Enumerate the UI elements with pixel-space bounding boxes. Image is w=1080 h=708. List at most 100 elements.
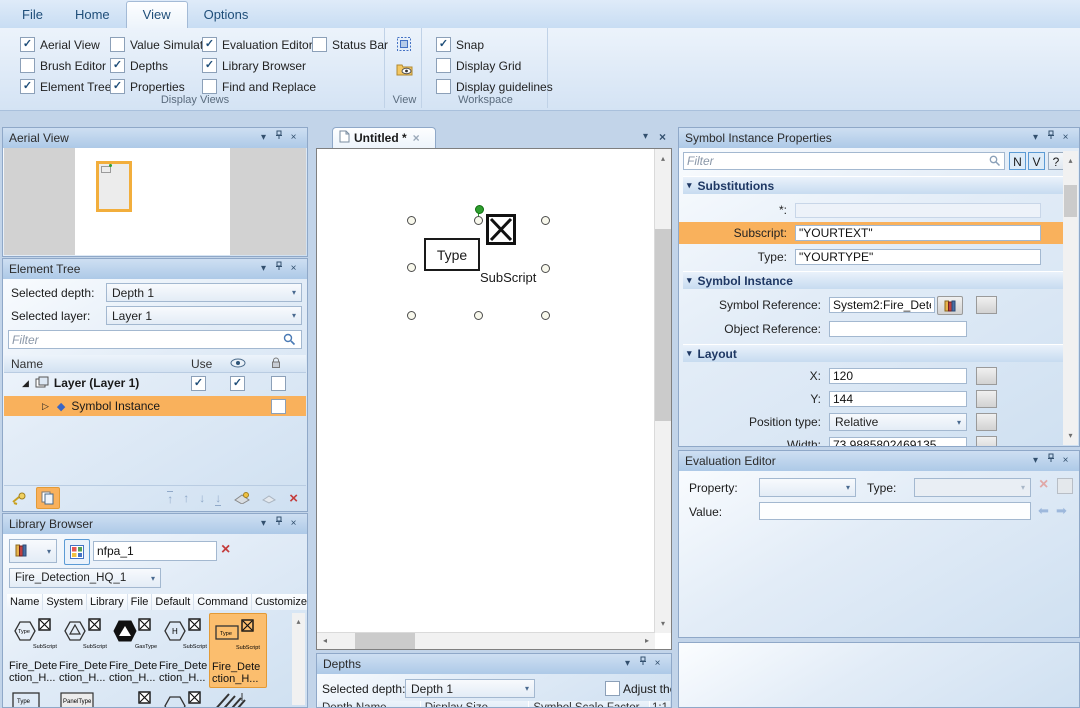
layer-merge-icon[interactable] <box>261 492 277 505</box>
selection-handle[interactable] <box>407 216 416 225</box>
library-item[interactable]: H SubScript Fire_Detection_H... <box>159 615 209 684</box>
pin-icon[interactable] <box>635 655 650 673</box>
section-substitutions[interactable]: ▾ Substitutions <box>683 176 1069 194</box>
menu-tab-view[interactable]: View <box>126 1 188 28</box>
evaluate-button[interactable] <box>976 436 997 447</box>
filter-names-button[interactable]: N <box>1009 152 1026 170</box>
ribbon-checkbox-depths[interactable]: ✓Depths <box>110 58 168 73</box>
library-item[interactable] <box>109 690 159 708</box>
subscript-value-field[interactable] <box>795 225 1041 241</box>
object-reference-field[interactable] <box>829 321 967 337</box>
library-item[interactable]: GasType Fire_Detection_H... <box>109 615 159 684</box>
section-symbol-instance[interactable]: ▾ Symbol Instance <box>683 271 1069 289</box>
selection-handle[interactable] <box>407 311 416 320</box>
ribbon-checkbox-display-guidelines[interactable]: Display guidelines <box>436 79 553 94</box>
canvas-hscrollbar[interactable]: ◂ ▸ <box>317 632 655 649</box>
lock-checkbox[interactable] <box>271 376 286 391</box>
search-icon[interactable] <box>989 155 1001 170</box>
ribbon-checkbox-find-and-replace[interactable]: Find and Replace <box>202 79 316 94</box>
scroll-right-icon[interactable]: ▸ <box>642 633 652 649</box>
position-type-dropdown[interactable]: Relative▾ <box>829 413 967 431</box>
scroll-up-icon[interactable]: ▴ <box>1063 153 1078 168</box>
checkbox[interactable] <box>110 37 125 52</box>
symbol-reference-field[interactable] <box>829 297 935 313</box>
library-tab-system[interactable]: System <box>43 594 87 610</box>
library-tab-library[interactable]: Library <box>87 594 128 610</box>
name-column-header[interactable]: Name <box>4 357 191 371</box>
move-up-icon[interactable]: ↑ <box>183 491 189 505</box>
collapse-triangle-icon[interactable]: ▾ <box>687 180 692 191</box>
pin-icon[interactable] <box>271 260 286 278</box>
checkbox[interactable] <box>436 58 451 73</box>
collapse-triangle-icon[interactable]: ▾ <box>687 348 692 359</box>
y-value-field[interactable] <box>829 391 967 407</box>
close-tab-icon[interactable]: × <box>413 131 420 145</box>
eye-icon[interactable] <box>230 357 270 371</box>
document-tab[interactable]: Untitled * × <box>332 127 436 148</box>
eval-checkbox[interactable] <box>1057 478 1073 494</box>
rotate-handle[interactable] <box>475 205 484 214</box>
key-icon[interactable] <box>10 491 28 506</box>
arrow-left-icon[interactable]: ⬅ <box>1038 503 1049 519</box>
checkbox[interactable]: ✓ <box>436 37 451 52</box>
scroll-thumb[interactable] <box>1064 185 1077 217</box>
library-tab-customized[interactable]: Customized <box>252 594 308 610</box>
checkbox[interactable]: ✓ <box>110 79 125 94</box>
evaluate-button[interactable] <box>976 390 997 408</box>
close-icon[interactable]: × <box>286 515 301 533</box>
close-icon[interactable]: × <box>286 129 301 147</box>
library-item[interactable]: PanelType <box>59 690 109 708</box>
eval-property-dropdown[interactable]: ▾ <box>759 478 856 497</box>
selected-layer-dropdown[interactable]: Layer 1▾ <box>106 306 302 325</box>
library-item-selected[interactable]: Type SubScript Fire_Detection_H... <box>209 613 267 688</box>
scroll-left-icon[interactable]: ◂ <box>320 633 330 649</box>
ribbon-checkbox-status-bar[interactable]: Status Bar <box>312 37 388 52</box>
zoom-grid-icon[interactable] <box>395 35 414 54</box>
chevron-down-icon[interactable]: ▾ <box>256 260 271 278</box>
lock-icon[interactable] <box>270 356 306 372</box>
ribbon-checkbox-aerial-view[interactable]: ✓Aerial View <box>20 37 100 52</box>
paste-icon[interactable] <box>36 487 60 509</box>
menu-tab-options[interactable]: Options <box>188 2 265 28</box>
library-item[interactable]: Type SubScript Fire_Detection_H... <box>9 615 59 684</box>
tree-row-symbol-instance[interactable]: ▷ ◆ Symbol Instance <box>4 396 306 416</box>
column-header[interactable]: Display Size <box>421 701 530 708</box>
move-top-icon[interactable]: ↑ <box>167 491 173 506</box>
checkbox[interactable]: ✓ <box>202 37 217 52</box>
aerial-viewport-rect[interactable] <box>96 161 132 212</box>
scroll-down-icon[interactable]: ▾ <box>655 616 671 631</box>
canvas-vscrollbar[interactable]: ▴ ▾ <box>654 149 671 633</box>
tree-row-layer[interactable]: ◢ Layer (Layer 1) ✓ ✓ <box>4 373 306 393</box>
properties-filter-input[interactable] <box>683 152 1005 170</box>
move-bottom-icon[interactable]: ↓ <box>215 491 221 506</box>
evaluate-button[interactable] <box>976 413 997 431</box>
ribbon-checkbox-brush-editor[interactable]: Brush Editor <box>20 58 106 73</box>
search-icon[interactable] <box>283 333 296 349</box>
checkbox[interactable] <box>312 37 327 52</box>
library-item[interactable] <box>159 690 209 708</box>
view-mode-grid-icon[interactable] <box>64 539 90 565</box>
selection-handle[interactable] <box>407 263 416 272</box>
symbol-x-box[interactable] <box>486 214 516 245</box>
selection-handle[interactable] <box>474 216 483 225</box>
library-select-dropdown[interactable]: Fire_Detection_HQ_1▾ <box>9 568 161 588</box>
close-icon[interactable]: × <box>1058 452 1073 470</box>
column-header[interactable]: 1:1 <box>650 701 670 708</box>
pin-icon[interactable] <box>1043 452 1058 470</box>
chevron-down-icon[interactable]: ▾ <box>1028 452 1043 470</box>
help-button[interactable]: ? <box>1048 152 1064 170</box>
depths-depth-dropdown[interactable]: Depth 1▾ <box>405 679 535 698</box>
close-icon[interactable]: × <box>650 655 665 673</box>
ribbon-checkbox-library-browser[interactable]: ✓Library Browser <box>202 58 306 73</box>
scroll-down-icon[interactable]: ▾ <box>1063 428 1078 443</box>
filter-values-button[interactable]: V <box>1028 152 1045 170</box>
use-column-header[interactable]: Use <box>191 357 230 371</box>
use-checkbox[interactable]: ✓ <box>191 376 206 391</box>
pin-icon[interactable] <box>1043 129 1058 147</box>
ribbon-checkbox-properties[interactable]: ✓Properties <box>110 79 185 94</box>
checkbox[interactable] <box>20 58 35 73</box>
ribbon-checkbox-element-tree[interactable]: ✓Element Tree <box>20 79 111 94</box>
checkbox[interactable] <box>436 79 451 94</box>
collapse-triangle-icon[interactable]: ▾ <box>687 275 692 286</box>
checkbox[interactable]: ✓ <box>110 58 125 73</box>
